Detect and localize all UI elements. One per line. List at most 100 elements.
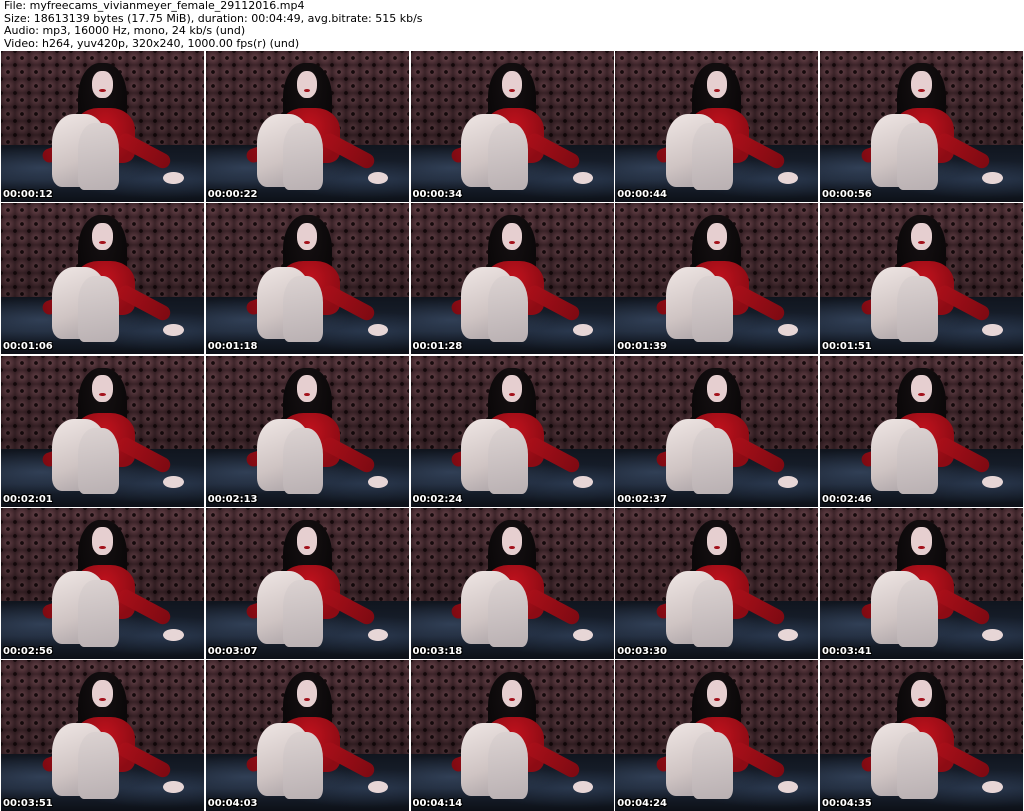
subject-legs-back — [897, 123, 938, 190]
subject-hand — [982, 628, 1003, 641]
subject-hand — [572, 628, 594, 641]
frame-timestamp: 00:03:07 — [207, 645, 258, 657]
video-frame-thumbnail: 00:00:22 — [205, 51, 409, 202]
frame-timestamp: 00:00:12 — [3, 189, 53, 200]
frame-timestamp: 00:02:24 — [412, 493, 463, 505]
subject-face — [297, 222, 318, 251]
subject-hand — [163, 171, 184, 184]
subject-face — [501, 375, 523, 403]
subject-hand — [163, 780, 184, 793]
frame-timestamp: 00:00:34 — [412, 189, 463, 200]
subject-lips — [713, 241, 720, 245]
frame-timestamp: 00:04:24 — [617, 798, 667, 809]
subject-legs-back — [78, 427, 119, 495]
subject-legs-back — [487, 580, 529, 647]
subject-hand — [777, 171, 798, 184]
subject-legs-back — [282, 580, 324, 647]
subject-lips — [713, 88, 720, 92]
subject-legs-back — [692, 580, 733, 647]
subject-face — [706, 679, 727, 707]
video-frame-thumbnail: 00:00:56 — [820, 51, 1023, 202]
subject-hand — [163, 324, 184, 337]
video-frame-thumbnail: 00:02:13 — [205, 355, 409, 507]
video-frame-thumbnail: 00:02:37 — [615, 355, 819, 507]
file-name-line: File: myfreecams_vivianmeyer_female_2911… — [4, 0, 305, 12]
subject-legs-back — [692, 275, 733, 343]
subject-face — [911, 70, 932, 98]
audio-info-line: Audio: mp3, 16000 Hz, mono, 24 kb/s (und… — [4, 25, 246, 37]
frame-timestamp: 00:02:46 — [822, 493, 872, 505]
frame-timestamp: 00:03:30 — [617, 645, 667, 657]
frame-timestamp: 00:03:41 — [822, 645, 872, 657]
subject-lips — [304, 545, 311, 549]
video-frame-thumbnail: 00:00:34 — [410, 51, 614, 202]
subject-legs-back — [487, 123, 529, 190]
subject-legs-back — [78, 580, 119, 647]
subject-face — [706, 222, 727, 251]
subject-legs-back — [282, 275, 324, 343]
thumbnail-grid: 00:00:12 00:00:22 00:00:34 00:00:44 00:00:56… — [1, 51, 1023, 811]
frame-timestamp: 00:02:13 — [207, 493, 258, 505]
frame-timestamp: 00:01:28 — [412, 341, 463, 353]
subject-face — [297, 679, 318, 707]
video-frame-thumbnail: 00:01:18 — [205, 203, 409, 355]
frame-timestamp: 00:04:03 — [207, 798, 258, 809]
subject-face — [92, 70, 113, 98]
video-frame-thumbnail: 00:00:12 — [1, 51, 204, 202]
frame-timestamp: 00:01:39 — [617, 341, 667, 353]
subject-legs-back — [692, 123, 733, 190]
subject-legs-back — [282, 123, 324, 190]
subject-lips — [304, 697, 311, 701]
video-frame-thumbnail: 00:03:41 — [820, 507, 1023, 659]
subject-lips — [99, 88, 106, 92]
subject-lips — [304, 88, 311, 92]
frame-timestamp: 00:02:56 — [3, 645, 53, 657]
file-info-header: File: myfreecams_vivianmeyer_female_2911… — [4, 0, 1020, 50]
frame-timestamp: 00:00:56 — [822, 189, 872, 200]
video-frame-thumbnail: 00:04:14 — [410, 660, 614, 811]
subject-lips — [508, 88, 516, 92]
subject-face — [501, 70, 523, 98]
video-frame-thumbnail: 00:01:06 — [1, 203, 204, 355]
frame-timestamp: 00:01:51 — [822, 341, 872, 353]
video-frame-thumbnail: 00:00:44 — [615, 51, 819, 202]
subject-face — [92, 222, 113, 251]
subject-legs-back — [692, 732, 733, 799]
subject-hand — [982, 171, 1003, 184]
subject-face — [911, 527, 932, 555]
subject-lips — [99, 241, 106, 245]
subject-legs-back — [78, 123, 119, 190]
subject-lips — [918, 545, 925, 549]
subject-legs-back — [897, 580, 938, 647]
subject-hand — [982, 324, 1003, 337]
frame-timestamp: 00:01:06 — [3, 341, 53, 353]
subject-legs-back — [487, 275, 529, 343]
subject-face — [297, 527, 318, 555]
frame-timestamp: 00:04:14 — [412, 798, 463, 809]
frame-timestamp: 00:03:51 — [3, 798, 53, 809]
video-frame-thumbnail: 00:01:39 — [615, 203, 819, 355]
subject-lips — [508, 241, 516, 245]
frame-timestamp: 00:02:37 — [617, 493, 667, 505]
subject-lips — [713, 697, 720, 701]
video-frame-thumbnail: 00:03:18 — [410, 507, 614, 659]
subject-face — [911, 222, 932, 251]
subject-lips — [508, 545, 516, 549]
subject-face — [706, 70, 727, 98]
subject-face — [297, 375, 318, 403]
subject-hand — [572, 780, 594, 793]
subject-hand — [777, 780, 798, 793]
subject-face — [297, 70, 318, 98]
subject-legs-back — [282, 732, 324, 799]
subject-lips — [99, 545, 106, 549]
video-frame-thumbnail: 00:03:51 — [1, 660, 204, 811]
file-size-line: Size: 18613139 bytes (17.75 MiB), durati… — [4, 12, 423, 25]
frame-timestamp: 00:03:18 — [412, 645, 463, 657]
subject-legs-back — [487, 732, 529, 799]
frame-timestamp: 00:02:01 — [3, 493, 53, 505]
subject-legs-back — [282, 427, 324, 495]
subject-face — [92, 375, 113, 403]
frame-timestamp: 00:04:35 — [822, 798, 872, 809]
frame-timestamp: 00:00:22 — [207, 189, 258, 200]
subject-face — [911, 679, 932, 707]
